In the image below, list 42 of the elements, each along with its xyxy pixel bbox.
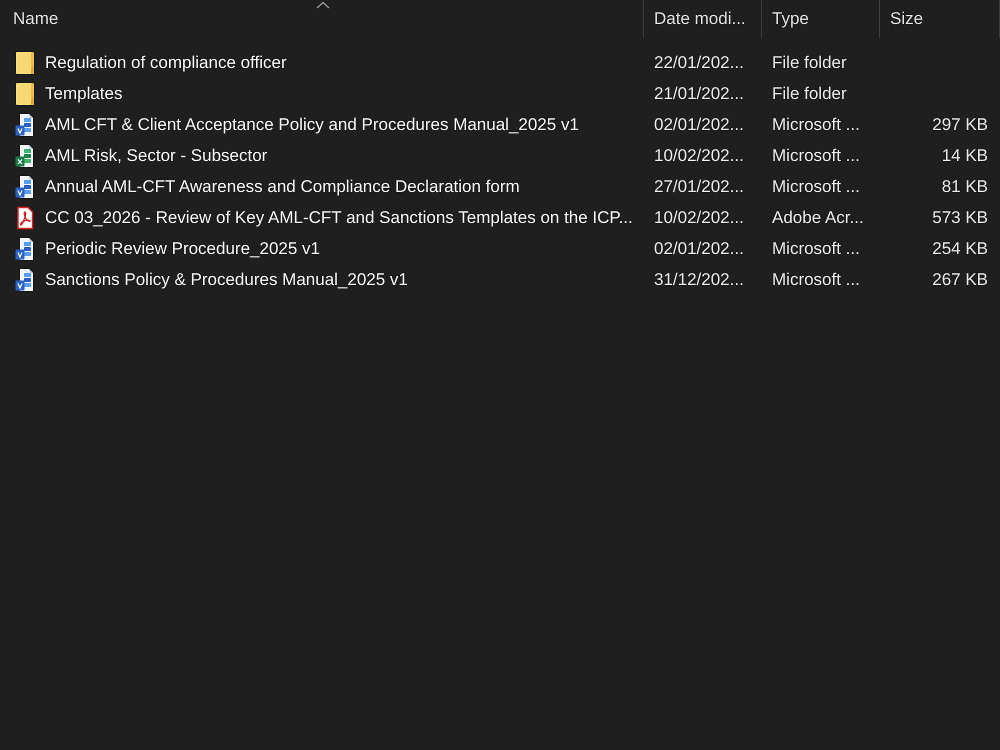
spreadsheet-icon xyxy=(15,144,35,168)
file-size-text: 297 KB xyxy=(932,114,989,134)
date-modified-text: 21/01/202... xyxy=(653,84,745,104)
column-header[interactable]: Date modi... xyxy=(644,0,762,38)
text-document-icon xyxy=(15,236,35,260)
column-header[interactable]: Size xyxy=(880,0,1000,38)
file-type-text: File folder xyxy=(771,52,848,72)
file-size-text: 254 KB xyxy=(932,238,989,258)
file-name[interactable]: AML Risk, Sector - Subsector xyxy=(45,146,268,166)
file-name[interactable]: Sanctions Policy & Procedures Manual_2025 v1 xyxy=(45,270,408,290)
folder-icon xyxy=(15,50,35,74)
file-type-text: File folder xyxy=(771,84,848,104)
file-type-text: Microsoft ... xyxy=(771,176,861,196)
date-modified-text: 27/01/202... xyxy=(653,176,745,196)
file-type-text: Adobe Acr... xyxy=(771,208,865,228)
file-size-text: 81 KB xyxy=(942,176,989,196)
date-modified-text: 22/01/202... xyxy=(653,52,745,72)
file-size-text: 14 KB xyxy=(942,146,989,166)
date-modified-text: 10/02/202... xyxy=(653,146,745,166)
file-type-text: Microsoft ... xyxy=(771,114,861,134)
date-modified-text: 31/12/202... xyxy=(653,270,745,290)
file-name[interactable]: Regulation of compliance officer xyxy=(45,52,287,72)
file-name[interactable]: Periodic Review Procedure_2025 v1 xyxy=(45,238,320,258)
file-name[interactable]: AML CFT & Client Acceptance Policy and Procedures Manual_2025 v1 xyxy=(45,114,579,134)
file-type-text: Microsoft ... xyxy=(771,238,861,258)
file-name[interactable]: Annual AML-CFT Awareness and Compliance Declaration form xyxy=(45,176,520,196)
file-type-text: Microsoft ... xyxy=(771,146,861,166)
file-size-text: 267 KB xyxy=(932,270,989,290)
pdf-document-icon xyxy=(15,206,35,230)
text-document-icon xyxy=(15,268,35,292)
folder-icon xyxy=(15,82,35,106)
date-modified-text: 02/01/202... xyxy=(653,114,745,134)
file-name[interactable]: CC 03_2026 - Review of Key AML-CFT and Sanctions Templates on the ICP... xyxy=(45,208,633,228)
file-name[interactable]: Templates xyxy=(45,84,122,104)
text-document-icon xyxy=(15,174,35,198)
text-document-icon xyxy=(15,112,35,136)
date-modified-text: 10/02/202... xyxy=(653,208,745,228)
file-type-text: Microsoft ... xyxy=(771,270,861,290)
column-header[interactable]: Type xyxy=(762,0,880,38)
date-modified-text: 02/01/202... xyxy=(653,238,745,258)
file-size-text: 573 KB xyxy=(932,208,989,228)
column-header[interactable]: Name xyxy=(0,0,644,38)
